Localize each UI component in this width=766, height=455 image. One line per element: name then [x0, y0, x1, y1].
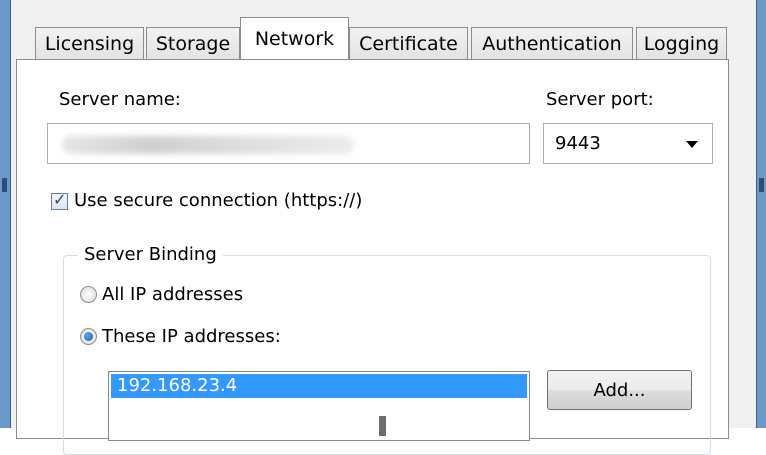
server-name-label: Server name: [59, 89, 181, 110]
these-ip-label[interactable]: These IP addresses: [102, 326, 281, 347]
all-ip-radio[interactable] [80, 286, 97, 303]
secure-connection-label[interactable]: Use secure connection (https://) [74, 190, 362, 211]
server-name-input[interactable] [47, 123, 530, 164]
server-port-value: 9443 [555, 133, 601, 154]
all-ip-label[interactable]: All IP addresses [102, 284, 243, 305]
ip-list-item-selected[interactable]: 192.168.23.4 [111, 374, 527, 398]
ip-address-list[interactable]: 192.168.23.4 [108, 371, 530, 441]
dropdown-arrow-icon[interactable] [686, 141, 698, 148]
add-ip-button[interactable]: Add... [547, 370, 692, 410]
list-cursor-mark [379, 416, 386, 436]
server-port-label: Server port: [546, 89, 654, 110]
redacted-server-name [62, 136, 354, 154]
these-ip-radio[interactable] [80, 328, 97, 345]
server-port-select[interactable]: 9443 [543, 123, 713, 164]
secure-connection-checkbox[interactable] [51, 190, 68, 210]
server-binding-title: Server Binding [78, 244, 223, 265]
